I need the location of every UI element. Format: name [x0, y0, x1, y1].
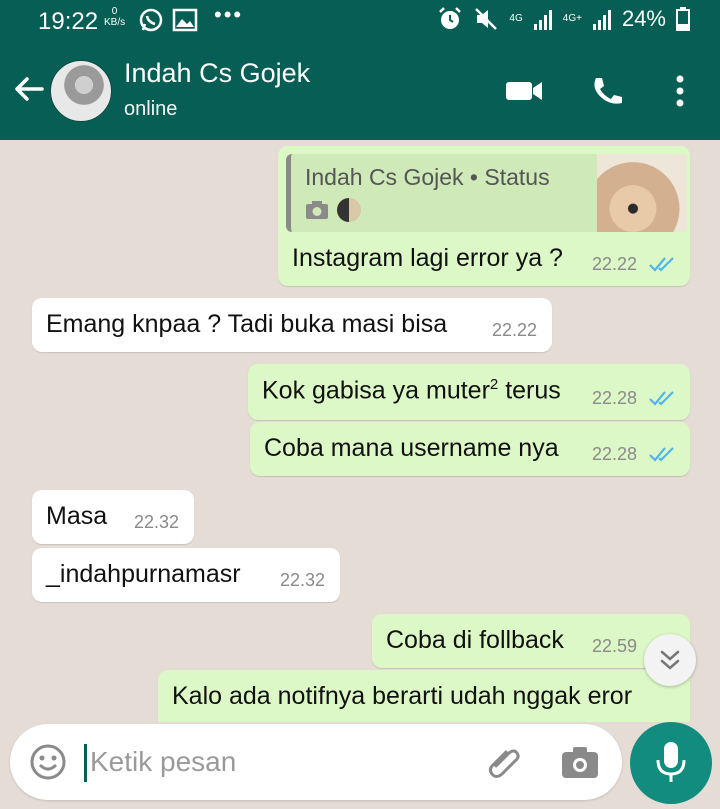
quoted-status-name: Indah Cs Gojek • Status	[305, 164, 550, 190]
message-time: 22.28	[592, 388, 638, 408]
net-speed-value: 0	[111, 6, 118, 17]
camera-icon[interactable]	[560, 744, 600, 780]
message-text: _indahpurnamasr	[46, 560, 241, 588]
alarm-icon	[439, 7, 462, 29]
message-text: Kok gabisa ya muter2 terus	[262, 376, 561, 405]
voice-message-button[interactable]	[630, 722, 712, 804]
attach-icon[interactable]	[484, 742, 524, 782]
message-bubble-incoming[interactable]: _indahpurnamasr 22.32	[32, 548, 340, 602]
status-thumbnail-small	[337, 198, 361, 222]
double-check-icon	[649, 447, 674, 462]
net-speed-unit: KB/s	[104, 17, 126, 28]
contact-status: online	[124, 98, 178, 120]
chat-header: Indah Cs Gojek online	[0, 42, 720, 140]
mute-icon	[475, 8, 498, 30]
contact-name[interactable]: Indah Cs Gojek	[124, 58, 310, 89]
camera-icon	[306, 201, 328, 219]
quoted-status[interactable]: Indah Cs Gojek • Status	[286, 154, 687, 232]
whatsapp-icon	[139, 8, 163, 32]
message-input-bar	[10, 724, 622, 800]
double-check-icon	[649, 257, 674, 272]
message-bubble-outgoing[interactable]: Coba mana username nya 22.28	[250, 422, 690, 476]
message-input[interactable]	[90, 738, 470, 786]
message-time: 22.59	[592, 636, 638, 656]
message-text: Emang knpaa ? Tadi buka masi bisa	[46, 310, 448, 338]
avatar[interactable]	[50, 60, 112, 122]
status-bar: 19:22 0 KB/s ••• 4G 4G+ 24%	[0, 0, 720, 42]
double-check-icon	[649, 391, 674, 406]
battery-icon	[676, 7, 690, 31]
more-options-icon[interactable]	[660, 74, 700, 108]
message-bubble-outgoing[interactable]: Coba di follback 22.59	[372, 614, 690, 668]
emoji-icon[interactable]	[28, 742, 68, 782]
mic-icon	[656, 742, 686, 782]
message-bubble-outgoing[interactable]: Kalo ada notifnya berarti udah nggak ero…	[158, 670, 690, 722]
status-time: 19:22	[38, 8, 99, 35]
signal-icon	[533, 10, 552, 30]
message-bubble-outgoing[interactable]: Kok gabisa ya muter2 terus 22.28	[248, 364, 690, 420]
more-notifications: •••	[214, 2, 244, 27]
message-bubble-outgoing[interactable]: Indah Cs Gojek • Status Instagram lagi e…	[278, 146, 690, 286]
signal-icon	[592, 10, 611, 30]
message-text-part: terus	[498, 376, 561, 405]
message-time: 22.32	[280, 570, 326, 590]
message-time: 22.28	[592, 444, 638, 464]
scroll-to-bottom-button[interactable]	[644, 634, 696, 686]
status-thumbnail	[597, 154, 687, 232]
message-time: 22.22	[492, 320, 538, 340]
net-type-2: 4G+	[562, 13, 582, 24]
net-speed: 0 KB/s	[104, 6, 125, 28]
message-text: Coba di follback	[386, 626, 564, 654]
status-right: 4G 4G+ 24%	[437, 6, 690, 32]
net-type-1: 4G	[509, 13, 523, 24]
text-caret	[84, 744, 87, 782]
gallery-icon	[172, 8, 198, 32]
chat-area[interactable]: Indah Cs Gojek • Status Instagram lagi e…	[0, 140, 720, 722]
video-call-icon[interactable]	[504, 74, 544, 108]
message-text-part: Kok gabisa ya muter	[262, 376, 490, 405]
message-bubble-incoming[interactable]: Emang knpaa ? Tadi buka masi bisa 22.22	[32, 298, 552, 352]
message-text: Coba mana username nya	[264, 434, 559, 462]
message-text: Kalo ada notifnya berarti udah nggak ero…	[172, 682, 633, 710]
battery-percent: 24%	[621, 6, 666, 31]
chevron-down-icon	[660, 650, 680, 670]
phone-icon[interactable]	[588, 74, 628, 108]
message-time: 22.22	[592, 254, 638, 274]
message-superscript: 2	[489, 376, 499, 393]
back-arrow-icon[interactable]	[12, 72, 46, 106]
message-bubble-incoming[interactable]: Masa 22.32	[32, 490, 194, 544]
message-text: Masa	[46, 502, 108, 530]
message-text: Instagram lagi error ya ?	[292, 244, 563, 272]
message-time: 22.32	[134, 512, 180, 532]
